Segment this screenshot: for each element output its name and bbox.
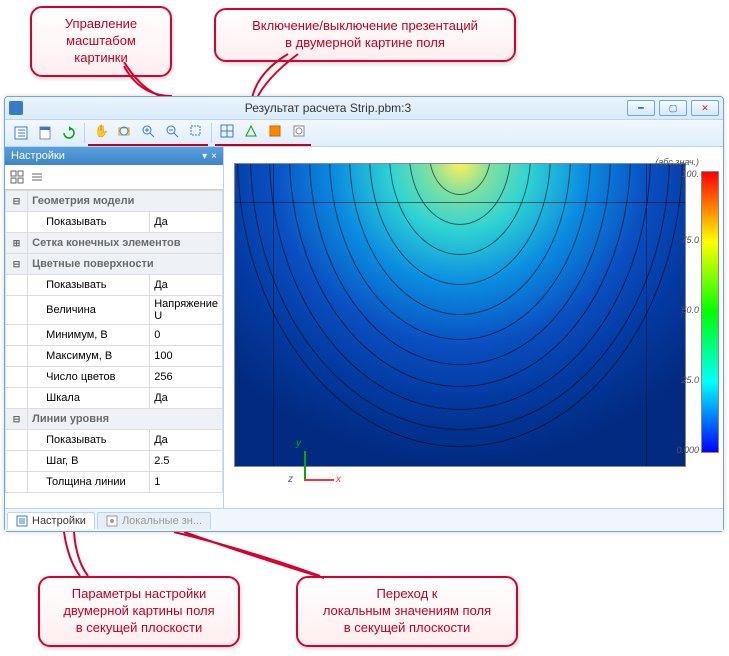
axes-triad: y x z [284,441,334,491]
callout-params: Параметры настройки двумерной картины по… [38,576,240,647]
row-surfaces-max: Максимум, В100 [6,346,223,367]
show-mesh-button[interactable] [240,120,262,142]
row-iso-show: ПоказыватьДа [6,430,223,451]
tab-settings[interactable]: Настройки [7,512,95,529]
row-surfaces-colors: Число цветов256 [6,367,223,388]
panel-toolrow [5,165,223,190]
zoom-in-button[interactable] [137,120,159,142]
viewport[interactable]: y x z (абс.знач.) 100. 75.0 50.0 25.0 0.… [224,147,723,509]
tab-local-label: Локальные зн... [122,515,202,527]
show-isolines-button[interactable] [288,120,310,142]
callout-local-tail [168,530,328,580]
section-surfaces: ⊟Цветные поверхности [6,254,223,275]
close-button[interactable]: ✕ [691,100,719,116]
sidepanel: Настройки ▾ × ⊟Геометрия модели Показыва… [5,147,224,509]
cb-tick-25: 25.0 [681,375,699,385]
zoom-group: ✋ [88,120,208,146]
row-surfaces-scale: ШкалаДа [6,388,223,409]
props-tree-button[interactable] [10,122,32,144]
pan-button[interactable]: ✋ [89,120,111,142]
svg-text:✋: ✋ [94,124,107,138]
callout-presentations-tail [248,52,308,102]
row-iso-width: Толщина линии1 [6,472,223,493]
expander-mesh[interactable]: ⊞ [6,233,28,254]
app-window: Результат расчета Strip.pbm:3 ━ ▢ ✕ ✋ [4,96,724,532]
callout-params-tail [58,530,98,580]
zoom-reset-button[interactable] [113,120,135,142]
expand-button[interactable] [29,169,45,185]
tab-settings-label: Настройки [32,515,86,527]
panel-header: Настройки ▾ × [5,147,223,165]
titlebar[interactable]: Результат расчета Strip.pbm:3 ━ ▢ ✕ [5,97,723,120]
panel-close-button[interactable]: × [211,151,217,162]
callout-presentations-text: Включение/выключение презентаций в двуме… [252,18,478,50]
categorize-button[interactable] [9,169,25,185]
section-geometry: ⊟Геометрия модели [6,191,223,212]
colorbar [701,171,719,453]
row-iso-step: Шаг, В2.5 [6,451,223,472]
field-plot[interactable] [234,163,686,467]
presentation-group [215,120,311,146]
bottom-tabs: Настройки Локальные зн... [5,508,723,531]
cb-tick-50: 50.0 [681,305,699,315]
app-icon [9,101,23,115]
show-field-button[interactable] [264,120,286,142]
row-surfaces-value: ВеличинаНапряжение U [6,296,223,325]
cb-tick-75: 75.0 [681,235,699,245]
colorbar-title: (абс.знач.) [655,157,699,167]
axis-y-label: y [296,438,301,449]
show-grid-button[interactable] [216,120,238,142]
expander-geometry[interactable]: ⊟ [6,191,28,212]
local-tab-icon [106,515,118,527]
panel-title: Настройки [11,150,65,162]
callout-zoom-text: Управление масштабом картинки [65,16,137,65]
panel-pin-button[interactable]: ▾ [202,151,207,162]
callout-local: Переход к локальным значениям поля в сек… [296,576,518,647]
section-isolines: ⊟Линии уровня [6,409,223,430]
cb-tick-0: 0.000 [676,445,699,455]
row-surfaces-min: Минимум, В0 [6,325,223,346]
section-mesh: ⊞Сетка конечных элементов [6,233,223,254]
settings-tab-icon [16,515,28,527]
maximize-button[interactable]: ▢ [659,100,687,116]
row-surfaces-show: ПоказыватьДа [6,275,223,296]
expander-isolines[interactable]: ⊟ [6,409,28,430]
axis-z-label: z [288,474,293,485]
zoom-out-button[interactable] [161,120,183,142]
tab-local[interactable]: Локальные зн... [97,512,211,529]
callout-local-text: Переход к локальным значениям поля в сек… [323,586,491,635]
zoom-region-button[interactable] [185,120,207,142]
callout-params-text: Параметры настройки двумерной картины по… [63,586,214,635]
toolbar: ✋ [5,120,723,147]
document-button[interactable] [34,122,56,144]
cb-tick-100: 100. [681,169,699,179]
refresh-button[interactable] [58,122,80,144]
expander-surfaces[interactable]: ⊟ [6,254,28,275]
row-geometry-show: ПоказыватьДа [6,212,223,233]
window-title: Результат расчета Strip.pbm:3 [29,101,627,115]
minimize-button[interactable]: ━ [627,100,655,116]
property-grid[interactable]: ⊟Геометрия модели ПоказыватьДа ⊞Сетка ко… [5,190,223,509]
axis-x-label: x [336,474,341,485]
